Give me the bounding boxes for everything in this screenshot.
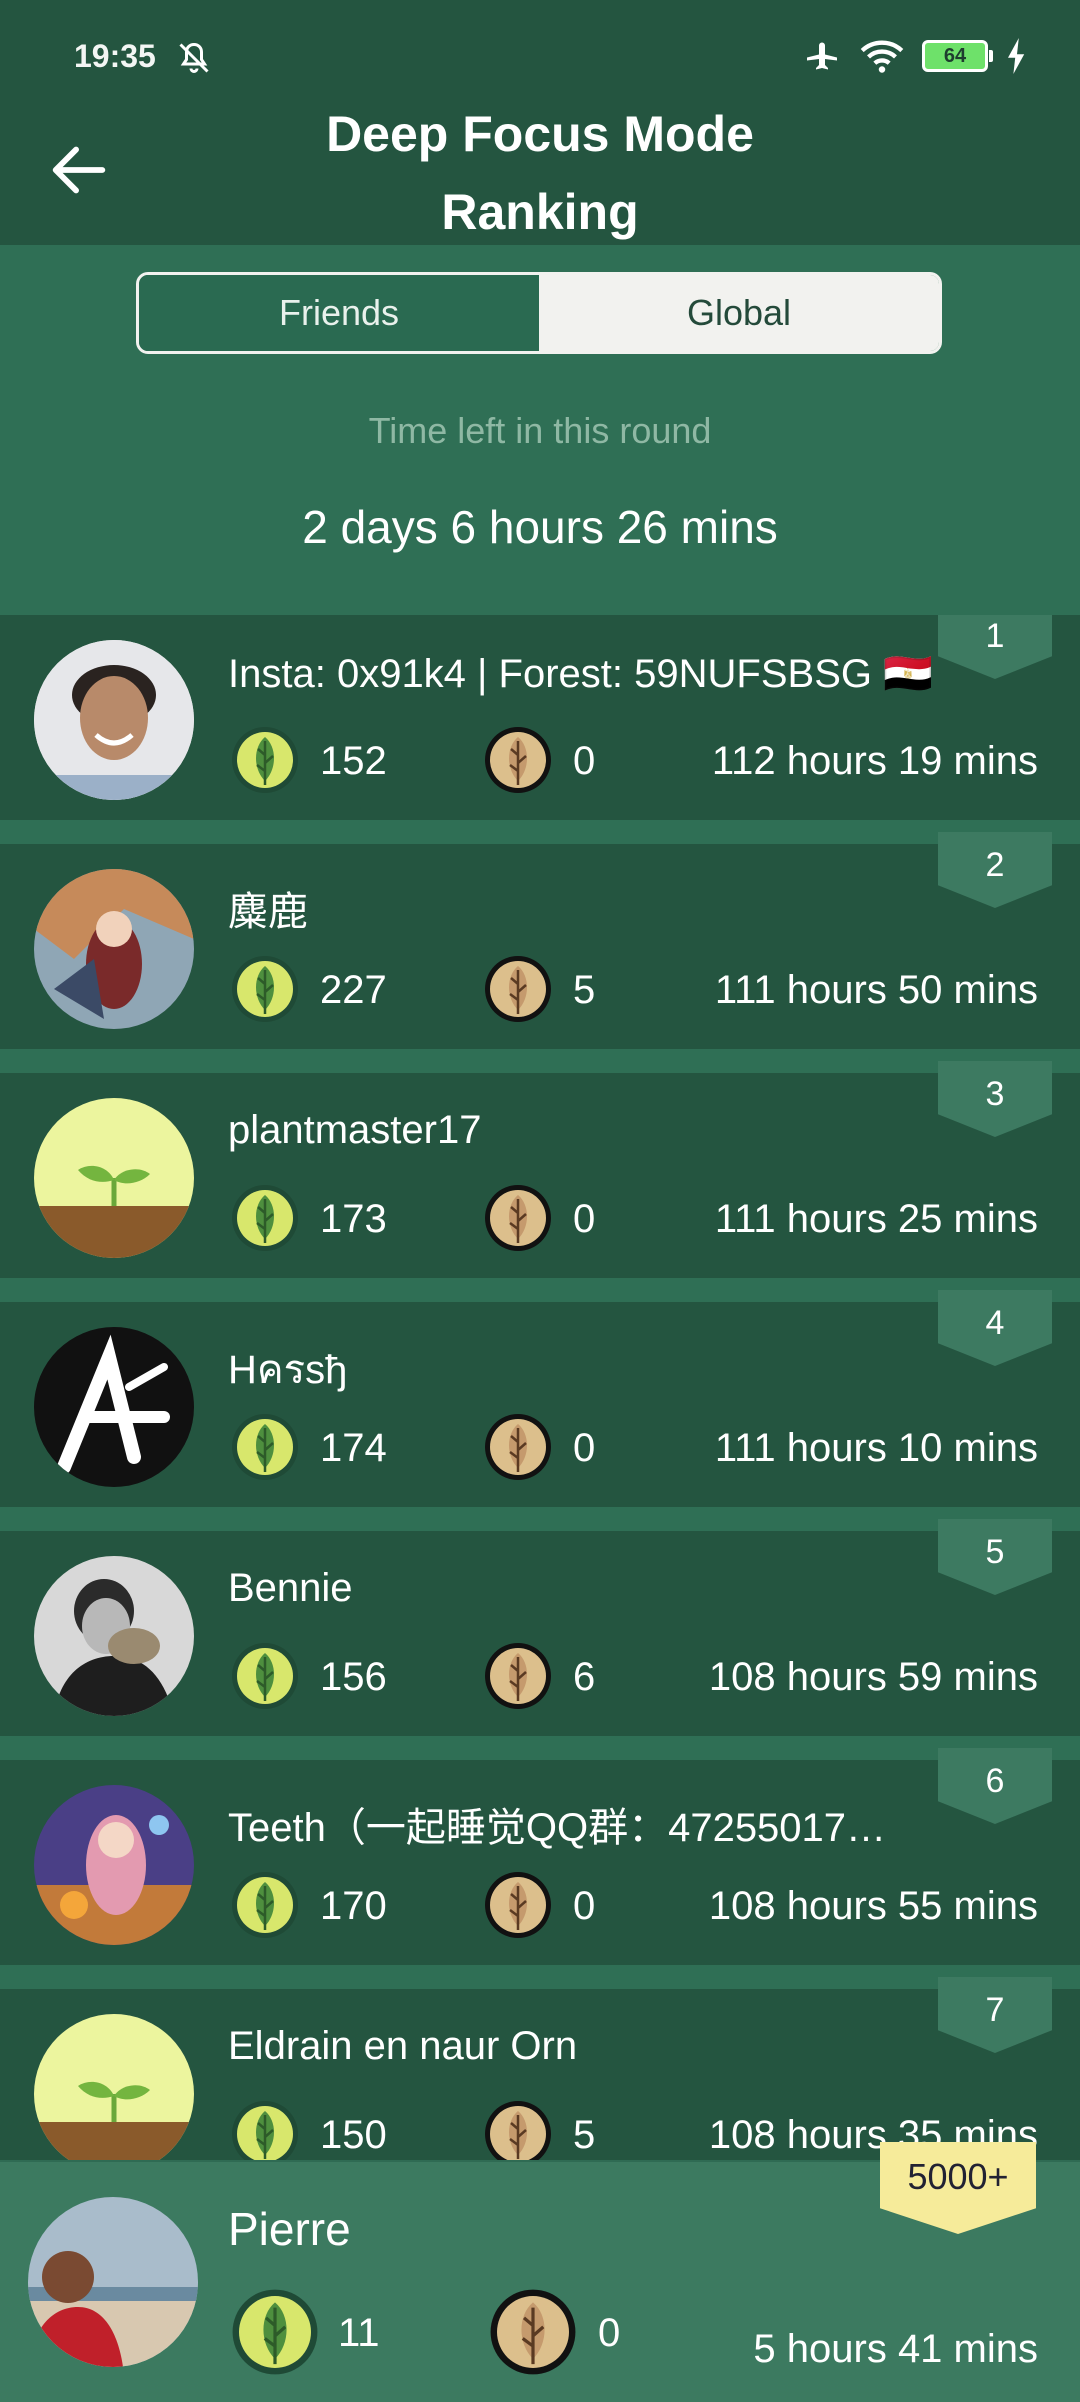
ranking-row[interactable]: 麋鹿 227 5 111 hours 50 mins 2 xyxy=(0,832,1080,1049)
user-stats: 174 0 111 hours 10 mins xyxy=(228,1412,1038,1482)
ranking-list[interactable]: Insta: 0x91k4 | Forest: 59NUFSBSG 🇪🇬 152… xyxy=(0,615,1080,2160)
avatar[interactable] xyxy=(34,1327,194,1487)
green-count: 174 xyxy=(320,1426,387,1470)
brown-count: 6 xyxy=(573,1655,596,1699)
ranking-row[interactable]: Eldrain en naur Orn 150 5 108 hours 35 m… xyxy=(0,1977,1080,2160)
green-leaf-coin-icon xyxy=(232,1414,298,1480)
brown-count: 5 xyxy=(573,968,596,1012)
tab-friends[interactable]: Friends xyxy=(139,275,539,351)
user-stats: 170 0 108 hours 55 mins xyxy=(228,1870,1038,1940)
user-name: Eldrain en naur Orn xyxy=(228,2024,578,2068)
focus-duration: 108 hours 59 mins xyxy=(708,1655,1038,1699)
avatar[interactable] xyxy=(34,1785,194,1945)
brown-leaf-coin-icon xyxy=(485,1185,551,1251)
round-time-label: Time left in this round xyxy=(368,410,712,451)
user-stats: 227 5 111 hours 50 mins xyxy=(228,954,1038,1024)
green-count: 170 xyxy=(320,1884,387,1928)
green-count: 152 xyxy=(320,739,387,783)
round-time-value: 2 days 6 hours 26 mins xyxy=(302,501,778,553)
my-stats: 11 0 5 hours 41 mins xyxy=(228,2287,1038,2377)
avatar[interactable] xyxy=(34,640,194,800)
user-name: Teeth（一起睡觉QQ群：47255017… xyxy=(228,1806,887,1850)
user-name: Bennie xyxy=(228,1566,353,1610)
focus-duration: 112 hours 19 mins xyxy=(711,739,1038,783)
green-count: 150 xyxy=(320,2113,387,2157)
brown-count: 0 xyxy=(573,1197,596,1241)
brown-leaf-coin-icon xyxy=(485,2101,551,2160)
ranking-row[interactable]: Teeth（一起睡觉QQ群：47255017… 170 0 108 hours … xyxy=(0,1748,1080,1965)
ranking-row[interactable]: Hครsђ 174 0 111 hours 10 mins 4 xyxy=(0,1290,1080,1507)
scope-toggle: Friends Global xyxy=(136,272,942,354)
page-title: Deep Focus Mode Ranking xyxy=(0,95,1080,251)
user-name: Insta: 0x91k4 | Forest: 59NUFSBSG 🇪🇬 xyxy=(228,652,933,696)
green-leaf-coin-icon xyxy=(232,727,298,793)
avatar[interactable] xyxy=(34,1098,194,1258)
green-count: 173 xyxy=(320,1197,387,1241)
green-leaf-coin-icon xyxy=(232,2101,298,2160)
my-focus-duration: 5 hours 41 mins xyxy=(753,2327,1038,2371)
app-header: Deep Focus Mode Ranking xyxy=(0,106,1080,245)
user-stats: 156 6 108 hours 59 mins xyxy=(228,1641,1038,1711)
focus-duration: 108 hours 55 mins xyxy=(708,1884,1038,1928)
avatar[interactable] xyxy=(34,1556,194,1716)
brown-leaf-coin-icon xyxy=(490,2289,576,2375)
brown-leaf-coin-icon xyxy=(485,1643,551,1709)
brown-count: 0 xyxy=(573,739,596,783)
brown-leaf-coin-icon xyxy=(485,1872,551,1938)
my-green-count: 11 xyxy=(338,2311,380,2355)
user-stats: 173 0 111 hours 25 mins xyxy=(228,1183,1038,1253)
user-name: Hครsђ xyxy=(228,1348,348,1392)
brown-count: 0 xyxy=(573,1426,596,1470)
my-name: Pierre xyxy=(228,2203,351,2255)
title-line-1: Deep Focus Mode xyxy=(326,106,754,162)
tab-global[interactable]: Global xyxy=(539,275,939,351)
green-leaf-coin-icon xyxy=(232,1643,298,1709)
rank-badge: 4 xyxy=(938,1290,1052,1366)
battery-level: 64 xyxy=(943,44,967,67)
airplane-icon xyxy=(807,42,837,70)
green-count: 227 xyxy=(320,968,387,1012)
ranking-row[interactable]: plantmaster17 173 0 111 hours 25 mins 3 xyxy=(0,1061,1080,1278)
ranking-row[interactable]: Insta: 0x91k4 | Forest: 59NUFSBSG 🇪🇬 152… xyxy=(0,615,1080,820)
charging-icon xyxy=(1008,38,1025,74)
green-count: 156 xyxy=(320,1655,387,1699)
green-leaf-coin-icon xyxy=(232,956,298,1022)
brown-leaf-coin-icon xyxy=(485,956,551,1022)
green-leaf-coin-icon xyxy=(232,2289,318,2375)
user-name: plantmaster17 xyxy=(228,1108,482,1152)
green-leaf-coin-icon xyxy=(232,1185,298,1251)
my-brown-count: 0 xyxy=(598,2311,621,2355)
rank-badge: 3 xyxy=(938,1061,1052,1137)
title-line-2: Ranking xyxy=(441,184,639,240)
focus-duration: 111 hours 25 mins xyxy=(714,1197,1038,1241)
focus-duration: 111 hours 10 mins xyxy=(714,1426,1038,1470)
my-avatar[interactable] xyxy=(28,2197,198,2367)
brown-count: 5 xyxy=(573,2113,596,2157)
rank-badge: 1 xyxy=(938,615,1052,679)
rank-badge: 6 xyxy=(938,1748,1052,1824)
rank-badge: 5 xyxy=(938,1519,1052,1595)
green-leaf-coin-icon xyxy=(232,1872,298,1938)
user-stats: 152 0 112 hours 19 mins xyxy=(228,725,1038,795)
user-name: 麋鹿 xyxy=(228,890,308,934)
wifi-icon xyxy=(860,40,904,73)
rank-badge: 2 xyxy=(938,832,1052,908)
my-rank-badge: 5000+ xyxy=(880,2142,1036,2234)
bell-off-icon xyxy=(179,42,209,73)
avatar[interactable] xyxy=(34,2014,194,2160)
battery-icon: 64 xyxy=(922,40,993,72)
brown-leaf-coin-icon xyxy=(485,727,551,793)
rank-badge: 7 xyxy=(938,1977,1052,2053)
avatar[interactable] xyxy=(34,869,194,1029)
brown-leaf-coin-icon xyxy=(485,1414,551,1480)
status-time: 19:35 xyxy=(74,38,156,74)
my-rank-footer[interactable]: Pierre 11 0 5 hours 41 mins 5000+ xyxy=(0,2142,1080,2402)
ranking-row[interactable]: Bennie 156 6 108 hours 59 mins 5 xyxy=(0,1519,1080,1736)
focus-duration: 111 hours 50 mins xyxy=(714,968,1038,1012)
brown-count: 0 xyxy=(573,1884,596,1928)
